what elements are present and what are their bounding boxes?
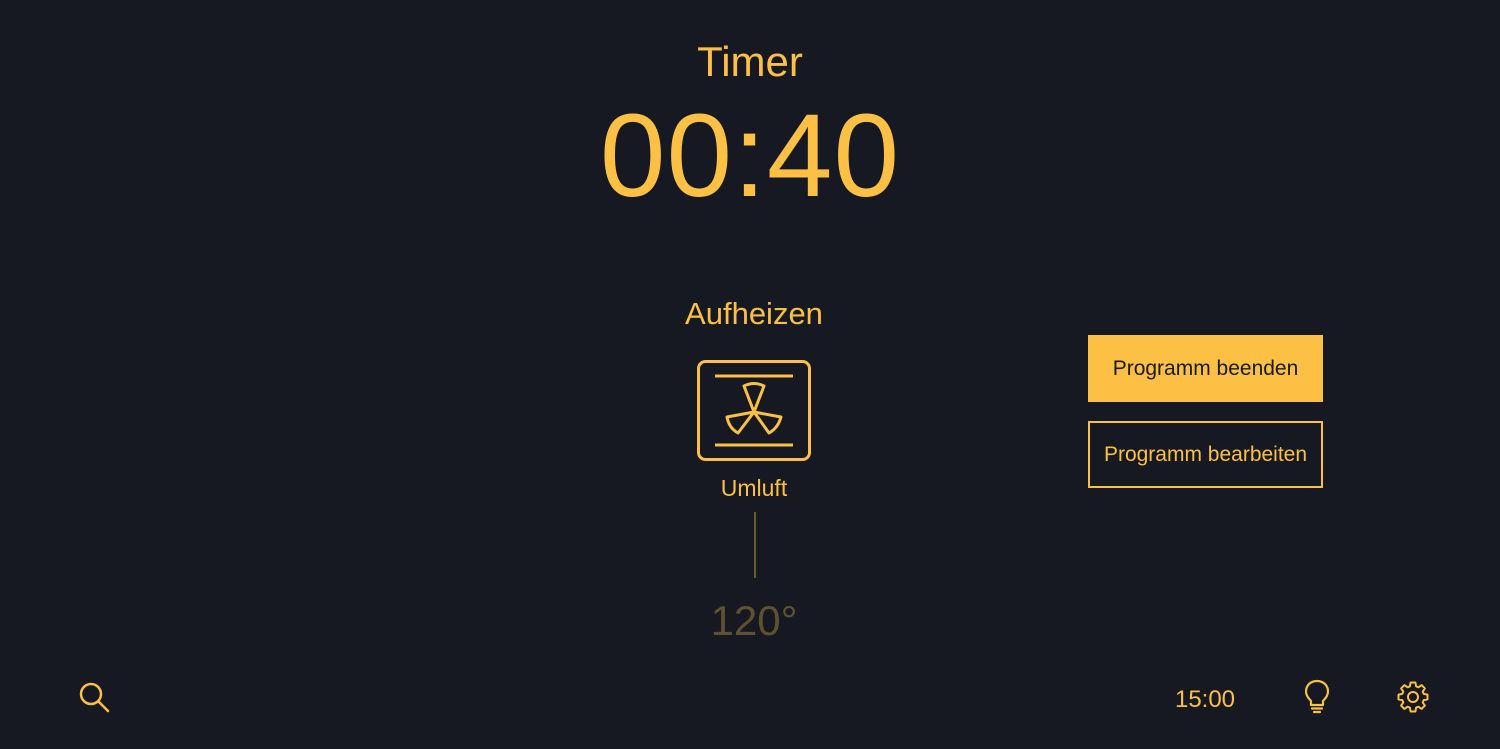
end-program-button[interactable]: Programm beenden — [1088, 335, 1323, 402]
search-button[interactable] — [74, 677, 114, 717]
temperature-value[interactable]: 120° — [654, 597, 854, 645]
mode-label: Umluft — [720, 475, 788, 501]
oven-control-screen: Timer 00:40 Aufheizen Umluft 120° Progra… — [0, 0, 1500, 749]
timer-countdown[interactable]: 00:40 — [0, 92, 1500, 220]
lightbulb-icon — [1304, 679, 1330, 714]
timer-title: Timer — [697, 38, 803, 85]
gear-icon — [1397, 681, 1429, 713]
heating-status: Aufheizen — [685, 296, 823, 331]
edit-program-button[interactable]: Programm bearbeiten — [1088, 421, 1323, 488]
light-button[interactable] — [1297, 677, 1337, 717]
settings-button[interactable] — [1393, 677, 1433, 717]
search-icon — [79, 682, 110, 713]
clock: 15:00 — [1174, 686, 1236, 713]
divider — [754, 512, 756, 578]
convection-fan-oven-icon[interactable] — [697, 360, 811, 461]
